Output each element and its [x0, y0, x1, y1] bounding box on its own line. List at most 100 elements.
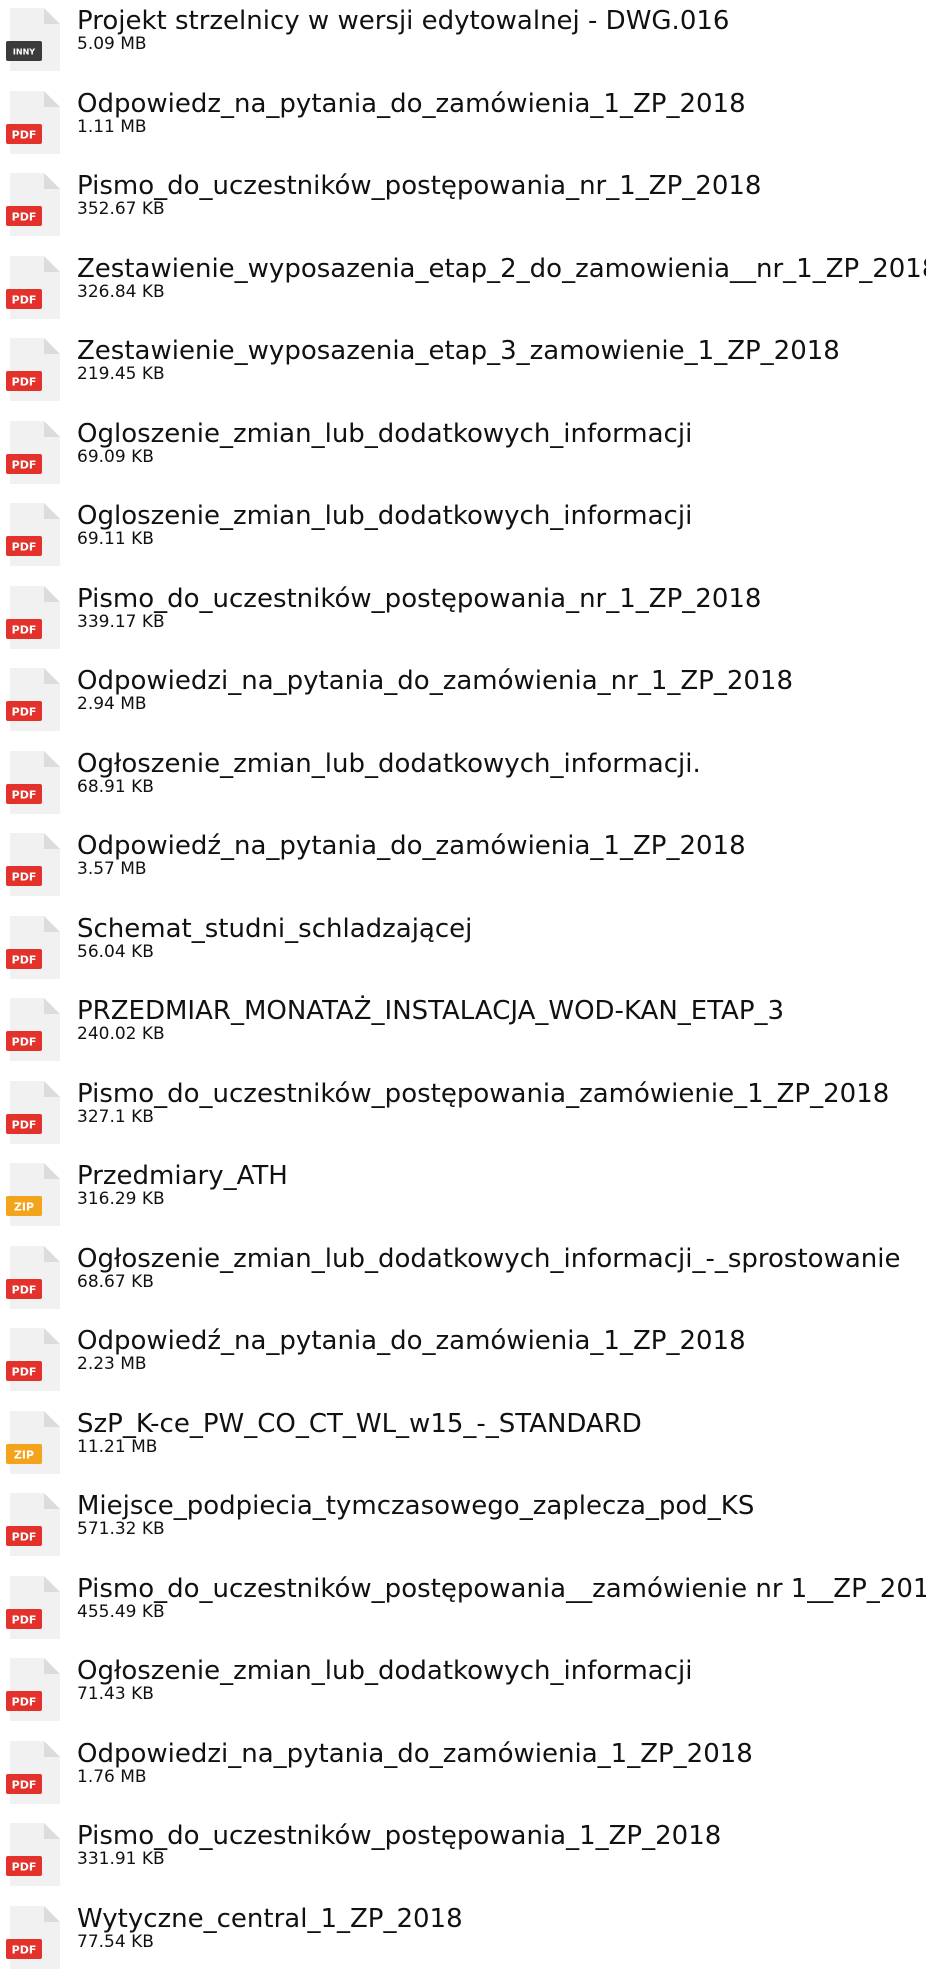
file-item[interactable]: PDF Pismo_do_uczestników_postępowania_nr… — [0, 165, 926, 248]
file-name[interactable]: PRZEDMIAR_MONATAŻ_INSTALACJA_WOD-KAN_ETA… — [77, 996, 784, 1026]
file-name[interactable]: Odpowiedź_na_pytania_do_zamówienia_1_ZP_… — [77, 831, 746, 861]
pdf-file-icon: PDF — [6, 1575, 62, 1640]
file-name[interactable]: Ogloszenie_zmian_lub_dodatkowych_informa… — [77, 419, 692, 449]
file-item[interactable]: PDF Pismo_do_uczestników_postępowania_za… — [0, 1073, 926, 1156]
file-name[interactable]: Odpowiedzi_na_pytania_do_zamówienia_nr_1… — [77, 666, 793, 696]
pdf-file-icon: PDF — [6, 915, 62, 980]
pdf-file-icon: PDF — [6, 750, 62, 815]
svg-text:PDF: PDF — [12, 1118, 37, 1131]
svg-text:PDF: PDF — [12, 1696, 37, 1709]
pdf-file-icon: PDF — [6, 1080, 62, 1145]
pdf-file-icon: PDF — [6, 667, 62, 732]
file-size: 219.45 KB — [77, 364, 165, 384]
svg-text:PDF: PDF — [12, 128, 37, 141]
file-name[interactable]: Zestawienie_wyposazenia_etap_3_zamowieni… — [77, 336, 840, 366]
file-size: 571.32 KB — [77, 1519, 165, 1539]
pdf-file-icon: PDF — [6, 502, 62, 567]
file-name[interactable]: Przedmiary_ATH — [77, 1161, 288, 1191]
file-item[interactable]: PDF Odpowiedz_na_pytania_do_zamówienia_1… — [0, 83, 926, 166]
file-item[interactable]: PDF Odpowiedź_na_pytania_do_zamówienia_1… — [0, 825, 926, 908]
file-name[interactable]: Ogłoszenie_zmian_lub_dodatkowych_informa… — [77, 1244, 900, 1274]
pdf-file-icon: PDF — [6, 832, 62, 897]
zip-file-icon: ZIP — [6, 1410, 62, 1475]
file-size: 331.91 KB — [77, 1849, 165, 1869]
file-item[interactable]: ZIP SzP_K-ce_PW_CO_CT_WL_w15_-_STANDARD … — [0, 1403, 926, 1486]
file-size: 455.49 KB — [77, 1601, 165, 1622]
file-size: 68.67 KB — [77, 1271, 154, 1292]
file-name[interactable]: Odpowiedź_na_pytania_do_zamówienia_1_ZP_… — [77, 1326, 746, 1356]
file-name[interactable]: Odpowiedz_na_pytania_do_zamówienia_1_ZP_… — [77, 89, 746, 119]
pdf-file-icon: PDF — [6, 172, 62, 237]
file-item[interactable]: PDF Odpowiedzi_na_pytania_do_zamówienia_… — [0, 660, 926, 743]
file-item[interactable]: INNY Projekt strzelnicy w wersji edytowa… — [0, 0, 926, 83]
file-item[interactable]: PDF Ogłoszenie_zmian_lub_dodatkowych_inf… — [0, 743, 926, 826]
file-name[interactable]: Pismo_do_uczestników_postępowania_nr_1_Z… — [77, 171, 761, 201]
inny-file-icon: INNY — [6, 7, 62, 72]
file-name[interactable]: Zestawienie_wyposazenia_etap_2_do_zamowi… — [77, 254, 926, 284]
pdf-file-icon: PDF — [6, 1492, 62, 1557]
file-item[interactable]: PDF Odpowiedź_na_pytania_do_zamówienia_1… — [0, 1320, 926, 1403]
file-item[interactable]: PDF Ogloszenie_zmian_lub_dodatkowych_inf… — [0, 413, 926, 496]
svg-text:PDF: PDF — [12, 1036, 37, 1049]
file-name[interactable]: Schemat_studni_schladzającej — [77, 914, 472, 944]
file-list: INNY Projekt strzelnicy w wersji edytowa… — [0, 0, 926, 1980]
file-size: 2.94 MB — [77, 694, 147, 714]
file-item[interactable]: PDF Ogloszenie_zmian_lub_dodatkowych_inf… — [0, 495, 926, 578]
pdf-file-icon: PDF — [6, 1327, 62, 1392]
file-item[interactable]: PDF Pismo_do_uczestników_postępowania_nr… — [0, 578, 926, 661]
file-item[interactable]: PDF Pismo_do_uczestników_postępowania__z… — [0, 1568, 926, 1651]
file-name[interactable]: Pismo_do_uczestników_postępowania_zamówi… — [77, 1079, 889, 1109]
file-item[interactable]: PDF PRZEDMIAR_MONATAŻ_INSTALACJA_WOD-KAN… — [0, 990, 926, 1073]
file-item[interactable]: ZIP Przedmiary_ATH 316.29 KB — [0, 1155, 926, 1238]
file-name[interactable]: Pismo_do_uczestników_postępowania_nr_1_Z… — [77, 584, 761, 614]
file-item[interactable]: PDF Zestawienie_wyposazenia_etap_2_do_za… — [0, 248, 926, 331]
pdf-file-icon: PDF — [6, 1657, 62, 1722]
svg-text:PDF: PDF — [12, 1366, 37, 1379]
file-item[interactable]: PDF Ogłoszenie_zmian_lub_dodatkowych_inf… — [0, 1650, 926, 1733]
pdf-file-icon: PDF — [6, 1905, 62, 1970]
file-size: 71.43 KB — [77, 1684, 154, 1704]
pdf-file-icon: PDF — [6, 255, 62, 320]
svg-text:ZIP: ZIP — [14, 1448, 34, 1461]
file-name[interactable]: SzP_K-ce_PW_CO_CT_WL_w15_-_STANDARD — [77, 1409, 642, 1439]
svg-text:ZIP: ZIP — [14, 1201, 34, 1214]
file-item[interactable]: PDF Wytyczne_central_1_ZP_2018 77.54 KB — [0, 1898, 926, 1981]
file-item[interactable]: PDF Pismo_do_uczestników_postępowania_1_… — [0, 1815, 926, 1898]
svg-text:PDF: PDF — [12, 1778, 37, 1791]
file-name[interactable]: Wytyczne_central_1_ZP_2018 — [77, 1904, 463, 1934]
file-name[interactable]: Odpowiedzi_na_pytania_do_zamówienia_1_ZP… — [77, 1739, 753, 1769]
file-size: 3.57 MB — [77, 859, 147, 879]
svg-text:PDF: PDF — [12, 1943, 37, 1956]
svg-text:PDF: PDF — [12, 458, 37, 471]
svg-text:PDF: PDF — [12, 211, 37, 224]
file-size: 327.1 KB — [77, 1106, 154, 1127]
file-size: 326.84 KB — [77, 281, 165, 302]
zip-file-icon: ZIP — [6, 1162, 62, 1227]
file-item[interactable]: PDF Zestawienie_wyposazenia_etap_3_zamow… — [0, 330, 926, 413]
file-item[interactable]: PDF Odpowiedzi_na_pytania_do_zamówienia_… — [0, 1733, 926, 1816]
file-name[interactable]: Ogloszenie_zmian_lub_dodatkowych_informa… — [77, 501, 692, 531]
file-item[interactable]: PDF Ogłoszenie_zmian_lub_dodatkowych_inf… — [0, 1238, 926, 1321]
file-name[interactable]: Projekt strzelnicy w wersji edytowalnej … — [77, 6, 729, 36]
svg-text:PDF: PDF — [12, 1613, 37, 1626]
file-item[interactable]: PDF Miejsce_podpiecia_tymczasowego_zaple… — [0, 1485, 926, 1568]
file-size: 56.04 KB — [77, 941, 154, 962]
file-item[interactable]: PDF Schemat_studni_schladzającej 56.04 K… — [0, 908, 926, 991]
file-name[interactable]: Pismo_do_uczestników_postępowania__zamów… — [77, 1574, 926, 1604]
file-size: 1.11 MB — [77, 116, 147, 137]
file-size: 240.02 KB — [77, 1024, 165, 1044]
svg-text:PDF: PDF — [12, 623, 37, 636]
file-name[interactable]: Ogłoszenie_zmian_lub_dodatkowych_informa… — [77, 1656, 692, 1686]
svg-text:PDF: PDF — [12, 706, 37, 719]
file-name[interactable]: Pismo_do_uczestników_postępowania_1_ZP_2… — [77, 1821, 721, 1851]
svg-text:PDF: PDF — [12, 953, 37, 966]
file-name[interactable]: Miejsce_podpiecia_tymczasowego_zaplecza_… — [77, 1491, 754, 1521]
pdf-file-icon: PDF — [6, 420, 62, 485]
svg-text:PDF: PDF — [12, 871, 37, 884]
svg-text:PDF: PDF — [12, 541, 37, 554]
svg-text:PDF: PDF — [12, 376, 37, 389]
pdf-file-icon: PDF — [6, 90, 62, 155]
pdf-file-icon: PDF — [6, 1740, 62, 1805]
file-name[interactable]: Ogłoszenie_zmian_lub_dodatkowych_informa… — [77, 749, 701, 779]
pdf-file-icon: PDF — [6, 1822, 62, 1887]
